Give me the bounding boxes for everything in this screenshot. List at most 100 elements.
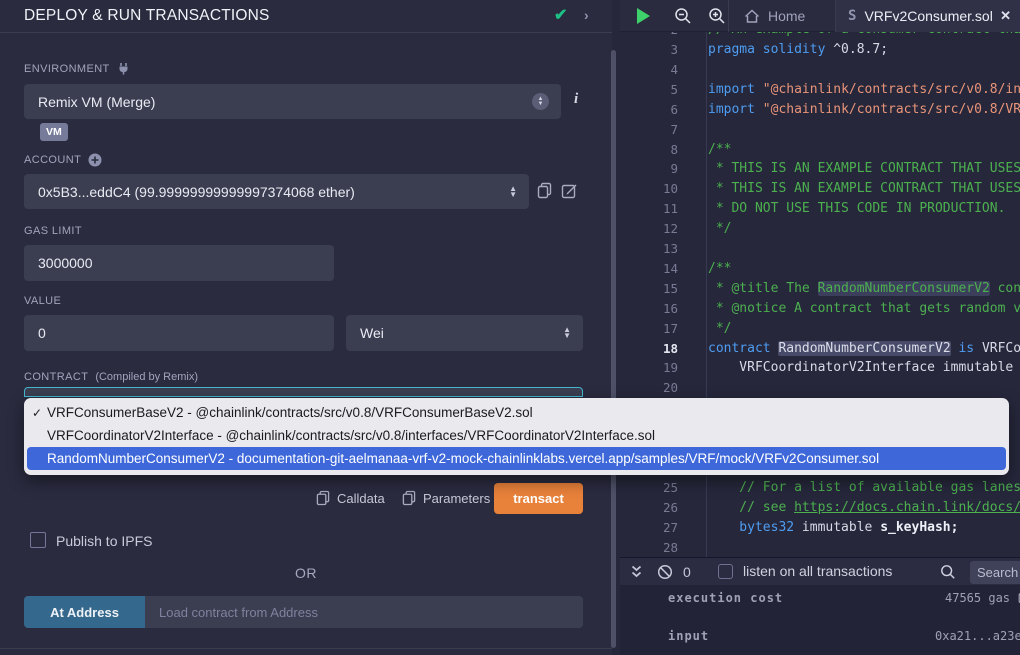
code-line: 12 */	[620, 219, 1020, 239]
plug-icon[interactable]	[117, 62, 130, 75]
select-caret-icon: ▲▼	[563, 327, 571, 339]
code-line: 25 // For a list of available gas lanes …	[620, 478, 1020, 498]
or-divider: OR	[0, 565, 612, 581]
code-line: 27 bytes32 immutable s_keyHash;	[620, 518, 1020, 538]
contract-dropdown-list: ✓VRFConsumerBaseV2 - @chainlink/contract…	[24, 398, 1009, 475]
contract-select[interactable]	[24, 387, 583, 397]
transact-button[interactable]: transact	[494, 483, 583, 514]
value-input[interactable]: 0	[24, 315, 334, 351]
copy-account-icon[interactable]	[537, 182, 552, 199]
line-number: 20	[620, 378, 678, 398]
code-text: bytes32 immutable s_keyHash;	[708, 518, 958, 538]
line-number: 4	[620, 60, 678, 80]
search-icon	[940, 564, 956, 580]
gas-limit-input[interactable]: 3000000	[24, 245, 334, 281]
value-label: VALUE	[24, 295, 61, 307]
line-number: 9	[620, 159, 678, 179]
calldata-label[interactable]: Calldata	[337, 491, 385, 506]
code-text: * THIS IS AN EXAMPLE CONTRACT THAT USES …	[708, 179, 1020, 199]
listen-all-transactions-label: listen on all transactions	[743, 563, 892, 579]
contract-option[interactable]: ✓VRFConsumerBaseV2 - @chainlink/contract…	[27, 401, 1006, 424]
value-unit-select[interactable]: Wei ▲▼	[346, 315, 583, 351]
deploy-run-panel: DEPLOY & RUN TRANSACTIONS ✔ › ENVIRONMEN…	[0, 0, 612, 655]
contract-option-label: VRFConsumerBaseV2 - @chainlink/contracts…	[47, 405, 533, 420]
code-line: 17 */	[620, 319, 1020, 339]
add-account-icon[interactable]	[88, 153, 102, 167]
copy-calldata-icon[interactable]	[316, 490, 330, 506]
line-number: 6	[620, 100, 678, 120]
listen-all-transactions-checkbox[interactable]	[718, 564, 733, 579]
code-line: 9 * THIS IS AN EXAMPLE CONTRACT THAT USE…	[620, 159, 1020, 179]
terminal-search-input[interactable]	[970, 561, 1020, 584]
code-line: 6 import "@chainlink/contracts/src/v0.8/V…	[620, 100, 1020, 120]
terminal-row-value: 47565 gas	[945, 591, 1010, 605]
environment-info-icon[interactable]: i	[574, 91, 578, 108]
code-line: 28	[620, 538, 1020, 558]
code-text: * THIS IS AN EXAMPLE CONTRACT THAT USES …	[708, 159, 1020, 179]
line-number: 13	[620, 239, 678, 259]
line-number: 17	[620, 319, 678, 339]
panel-title: DEPLOY & RUN TRANSACTIONS	[24, 7, 270, 25]
sign-message-icon[interactable]	[561, 182, 578, 199]
code-line: 5 import "@chainlink/contracts/src/v0.8/i…	[620, 80, 1020, 100]
code-line: 3 pragma solidity ^0.8.7;	[620, 40, 1020, 60]
tab-home-label: Home	[768, 8, 805, 24]
home-icon	[744, 9, 760, 24]
line-number: 19	[620, 358, 678, 378]
line-number: 18	[620, 339, 678, 359]
code-text: import "@chainlink/contracts/src/v0.8/VR…	[708, 100, 1020, 120]
value-value: 0	[38, 325, 46, 341]
code-text: pragma solidity ^0.8.7;	[708, 40, 888, 60]
line-number: 11	[620, 199, 678, 219]
gas-limit-label: GAS LIMIT	[24, 225, 82, 237]
code-line: 8 /**	[620, 140, 1020, 160]
code-text: contract RandomNumberConsumerV2 is VRFCo…	[708, 339, 1020, 359]
run-script-play-icon[interactable]	[637, 8, 650, 24]
expand-terminal-icon[interactable]	[630, 565, 643, 579]
select-caret-icon: ▲▼	[509, 186, 517, 198]
copy-parameters-icon[interactable]	[402, 490, 416, 506]
parameters-label[interactable]: Parameters	[423, 491, 490, 506]
code-line: 19 VRFCoordinatorV2Interface immutable C…	[620, 358, 1020, 378]
code-text: // An example of a consumer contract tha…	[708, 32, 1020, 40]
zoom-in-icon[interactable]	[708, 7, 726, 25]
solidity-file-icon: S	[848, 8, 856, 24]
line-number: 2	[620, 32, 678, 40]
panel-scrollbar[interactable]	[611, 50, 616, 648]
compile-success-check-icon: ✔	[554, 5, 567, 25]
line-number: 5	[620, 80, 678, 100]
code-text: import "@chainlink/contracts/src/v0.8/in…	[708, 80, 1020, 100]
contract-option[interactable]: VRFCoordinatorV2Interface - @chainlink/c…	[27, 424, 1006, 447]
contract-option[interactable]: RandomNumberConsumerV2 - documentation-g…	[27, 447, 1006, 470]
code-area[interactable]: 2 // An example of a consumer contract th…	[620, 32, 1020, 557]
code-line: 15 * @title The RandomNumberConsumerV2 c…	[620, 279, 1020, 299]
contract-label-suffix: (Compiled by Remix)	[95, 371, 198, 383]
line-number: 8	[620, 140, 678, 160]
collapse-panel-chevron-icon[interactable]: ›	[584, 7, 589, 23]
code-line: 2 // An example of a consumer contract th…	[620, 32, 1020, 40]
vm-badge: VM	[40, 123, 68, 141]
line-number: 14	[620, 259, 678, 279]
close-tab-icon[interactable]: ✕	[1000, 8, 1011, 24]
code-text: */	[708, 219, 731, 239]
code-line: 4	[620, 60, 1020, 80]
line-number: 3	[620, 40, 678, 60]
code-text: /**	[708, 140, 731, 160]
code-text: // see https://docs.chain.link/docs/vrf/…	[708, 498, 1020, 518]
clear-console-icon[interactable]	[657, 564, 673, 580]
at-address-button[interactable]: At Address	[24, 596, 145, 628]
tab-home[interactable]: Home	[732, 0, 817, 32]
environment-value: Remix VM (Merge)	[38, 94, 155, 110]
line-number: 27	[620, 518, 678, 538]
at-address-input[interactable]	[145, 596, 583, 628]
code-text: /**	[708, 259, 731, 279]
publish-ipfs-checkbox[interactable]	[30, 532, 46, 548]
zoom-out-icon[interactable]	[674, 7, 692, 25]
code-line: 7	[620, 120, 1020, 140]
panel-header: DEPLOY & RUN TRANSACTIONS ✔ ›	[0, 0, 612, 33]
terminal-row-key: execution cost	[668, 591, 783, 605]
code-text: */	[708, 319, 731, 339]
tab-vrfv2consumer[interactable]: S VRFv2Consumer.sol ✕	[836, 0, 1020, 32]
environment-select[interactable]: Remix VM (Merge) ▲▼	[24, 84, 561, 119]
account-select[interactable]: 0x5B3...eddC4 (99.99999999999997374068 e…	[24, 174, 529, 209]
